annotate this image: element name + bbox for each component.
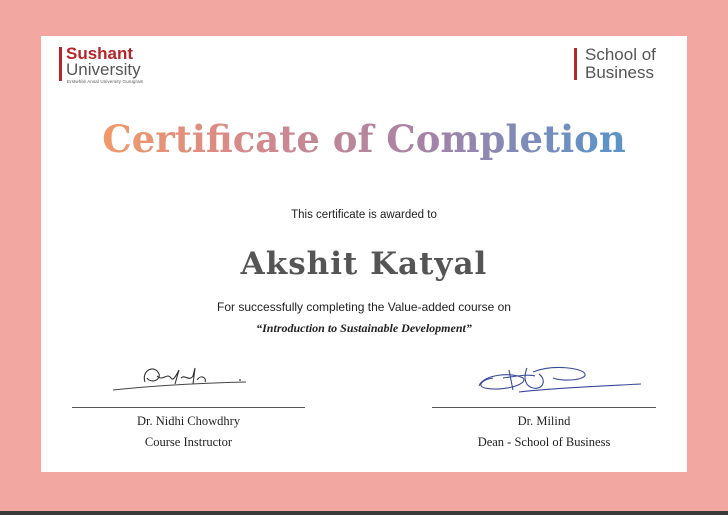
dean-signature-line xyxy=(432,407,656,408)
dean-signature-image xyxy=(478,366,642,393)
certificate-title: Certificate of Completion xyxy=(41,116,687,162)
bottom-border-strip xyxy=(0,511,728,515)
logo-tagline: Erstwhile Ansal University Gurugram xyxy=(67,79,144,84)
dean-name: Dr. Milind xyxy=(517,414,571,428)
instructor-name: Dr. Nidhi Chowdhry xyxy=(136,414,241,428)
instructor-role: Course Instructor xyxy=(144,435,233,449)
school-logo-line2: Business xyxy=(585,63,654,82)
dean-role: Dean - School of Business xyxy=(477,435,611,449)
school-logo-line1: School of xyxy=(585,45,656,64)
instructor-signature-line xyxy=(72,407,305,408)
completion-reason: For successfully completing the Value-ad… xyxy=(217,300,511,314)
school-logo-accent-bar xyxy=(574,48,577,80)
awarded-text: This certificate is awarded to xyxy=(291,209,437,221)
recipient-name: Akshit Katyal xyxy=(240,246,488,282)
instructor-signature-image xyxy=(112,367,247,391)
course-title: “Introduction to Sustainable Development… xyxy=(256,321,472,335)
logo-accent-bar xyxy=(59,47,62,81)
logo-name-line2: University xyxy=(66,60,141,79)
certificate-sheet: Sushant University Erstwhile Ansal Unive… xyxy=(41,36,687,472)
